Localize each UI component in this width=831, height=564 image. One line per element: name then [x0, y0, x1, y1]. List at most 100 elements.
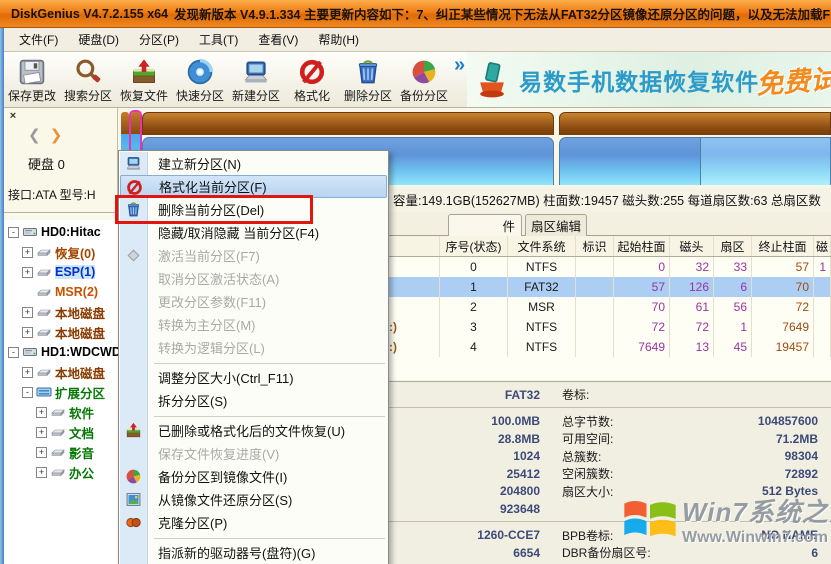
tree-item-HD1:WDCWD[interactable]: -HD1:WDCWD: [4, 342, 118, 362]
menu-separator: [154, 359, 385, 364]
menu-item-label: 保存文件恢复进度(V): [158, 444, 279, 463]
expand-icon[interactable]: +: [22, 247, 33, 258]
partition-block-3[interactable]: [701, 137, 831, 185]
menu-item-label: 从镜像文件还原分区(S): [158, 490, 292, 509]
column-header[interactable]: 标识: [576, 236, 614, 256]
next-disk-arrow[interactable]: ❯: [50, 127, 63, 144]
partition-disk-icon: [50, 444, 66, 460]
panel-close-button[interactable]: ×: [6, 110, 20, 122]
expand-icon[interactable]: +: [22, 327, 33, 338]
prev-disk-arrow[interactable]: ❮: [28, 127, 41, 144]
tree-item-办公[interactable]: +办公: [4, 462, 118, 482]
tree-item-HD0:Hitac[interactable]: -HD0:Hitac: [4, 222, 118, 242]
menu-item-19[interactable]: 指派新的驱动器号(盘符)(G): [120, 541, 387, 564]
tab2-label: 扇区编辑: [531, 216, 581, 235]
tab-sector-edit[interactable]: 扇区编辑: [525, 214, 587, 236]
tree-item-软件[interactable]: +软件: [4, 402, 118, 422]
collapse-icon[interactable]: -: [22, 387, 33, 398]
tree-item-本地磁盘[interactable]: +本地磁盘: [4, 362, 118, 382]
toolbar-button-6[interactable]: 删除分区: [340, 52, 396, 107]
toolbar-button-0[interactable]: 保存更改: [4, 52, 60, 107]
menubar-item-3[interactable]: 工具(T): [190, 28, 247, 51]
menu-item-0[interactable]: 建立新分区(N): [120, 152, 387, 175]
expand-icon[interactable]: +: [36, 467, 47, 478]
menu-bar: 文件(F)硬盘(D)分区(P)工具(T)查看(V)帮助(H): [0, 28, 831, 52]
cell-end_cyl: 70: [752, 277, 814, 297]
partition-block-2[interactable]: [559, 137, 701, 185]
watermark: Win7系统之家 Www.Winwin7.com: [622, 492, 831, 547]
cell-end_cyl: 19457: [752, 337, 814, 357]
current-disk-label: 硬盘 0: [28, 154, 65, 173]
tree-item-文档[interactable]: +文档: [4, 422, 118, 442]
column-header[interactable]: 文件系统: [508, 236, 576, 256]
banner-free-trial-badge: 免费试: [755, 57, 831, 102]
new-partition-icon: [125, 155, 142, 172]
cell-flag: [576, 337, 614, 357]
tree-item-本地磁盘[interactable]: +本地磁盘: [4, 302, 118, 322]
column-header[interactable]: 序号(状态): [440, 236, 508, 256]
menu-item-13[interactable]: 已删除或格式化后的文件恢复(U): [120, 419, 387, 442]
menubar-item-4[interactable]: 查看(V): [249, 28, 307, 51]
expand-icon[interactable]: +: [22, 307, 33, 318]
collapse-icon[interactable]: -: [8, 227, 19, 238]
expand-icon[interactable]: +: [22, 367, 33, 378]
menu-item-17[interactable]: 克隆分区(P): [120, 511, 387, 534]
column-header[interactable]: 磁: [814, 236, 831, 256]
tree-item-label: MSR(2): [55, 285, 98, 299]
menu-item-14: 保存文件恢复进度(V): [120, 442, 387, 465]
toolbar-button-label: 搜索分区: [64, 87, 112, 104]
window-left-border: [0, 28, 4, 564]
tab-browse-files[interactable]: 件: [448, 214, 522, 236]
menu-item-2[interactable]: 删除当前分区(Del): [120, 198, 387, 221]
column-header[interactable]: 起始柱面: [614, 236, 670, 256]
menu-item-11[interactable]: 拆分分区(S): [120, 389, 387, 412]
tree-item-ESP(1)[interactable]: +ESP(1): [4, 262, 118, 282]
menubar-item-5[interactable]: 帮助(H): [309, 28, 368, 51]
cell-sector: 33: [714, 257, 752, 277]
menu-separator: [154, 534, 385, 539]
toolbar-button-2[interactable]: 恢复文件: [116, 52, 172, 107]
menu-item-1[interactable]: 格式化当前分区(F): [120, 175, 387, 198]
tree-item-恢复(0)[interactable]: +恢复(0): [4, 242, 118, 262]
toolbar-button-5[interactable]: 格式化: [284, 52, 340, 107]
panel-divider: [4, 212, 118, 215]
window-title: DiskGenius V4.7.2.155 x64: [11, 7, 168, 21]
column-header[interactable]: 终止柱面: [752, 236, 814, 256]
expand-icon[interactable]: +: [36, 407, 47, 418]
menu-item-label: 建立新分区(N): [158, 154, 241, 173]
menu-item-label: 指派新的驱动器号(盘符)(G): [158, 543, 315, 562]
toolbar-button-1[interactable]: 搜索分区: [60, 52, 116, 107]
phone-recovery-icon: [473, 61, 511, 99]
disk-interface-model: 接口:ATA 型号:H: [8, 186, 96, 203]
menubar-item-2[interactable]: 分区(P): [130, 28, 188, 51]
tree-item-MSR(2)[interactable]: MSR(2): [4, 282, 118, 302]
menubar-item-1[interactable]: 硬盘(D): [69, 28, 128, 51]
tree-item-扩展分区[interactable]: -扩展分区: [4, 382, 118, 402]
toolbar-button-4[interactable]: 新建分区: [228, 52, 284, 107]
menu-item-16[interactable]: 从镜像文件还原分区(S): [120, 488, 387, 511]
ad-banner[interactable]: 易数手机数据恢复软件 免费试: [467, 52, 831, 107]
menu-item-10[interactable]: 调整分区大小(Ctrl_F11): [120, 366, 387, 389]
expand-icon[interactable]: +: [36, 427, 47, 438]
cell-start_cyl: 0: [614, 257, 670, 277]
quick-partition-icon: [186, 58, 214, 86]
cell-index: 0: [440, 257, 508, 277]
toolbar: 保存更改搜索分区恢复文件快速分区新建分区格式化删除分区备份分区 » 易数手机数据…: [4, 52, 831, 108]
toolbar-overflow-chevron[interactable]: »: [452, 52, 467, 77]
column-header[interactable]: 扇区: [714, 236, 752, 256]
menubar-item-0[interactable]: 文件(F): [10, 28, 67, 51]
column-header[interactable]: 磁头: [670, 236, 714, 256]
update-notice: 发现新版本 V4.9.1.334 主要更新内容如下：7、纠正某些情况下无法从FA…: [174, 4, 830, 23]
expand-icon[interactable]: +: [36, 447, 47, 458]
menu-item-15[interactable]: 备份分区到镜像文件(I): [120, 465, 387, 488]
tree-item-影音[interactable]: +影音: [4, 442, 118, 462]
tree-item-本地磁盘[interactable]: +本地磁盘: [4, 322, 118, 342]
cell-start_cyl: 7649: [614, 337, 670, 357]
toolbar-button-3[interactable]: 快速分区: [172, 52, 228, 107]
collapse-icon[interactable]: -: [8, 347, 19, 358]
toolbar-button-7[interactable]: 备份分区: [396, 52, 452, 107]
disk-geometry-info: 容量:149.1GB(152627MB) 柱面数:19457 磁头数:255 每…: [393, 190, 821, 209]
menu-item-3[interactable]: 隐藏/取消隐藏 当前分区(F4): [120, 221, 387, 244]
detail-label: 空闲簇数:: [540, 465, 750, 482]
expand-icon[interactable]: +: [22, 267, 33, 278]
